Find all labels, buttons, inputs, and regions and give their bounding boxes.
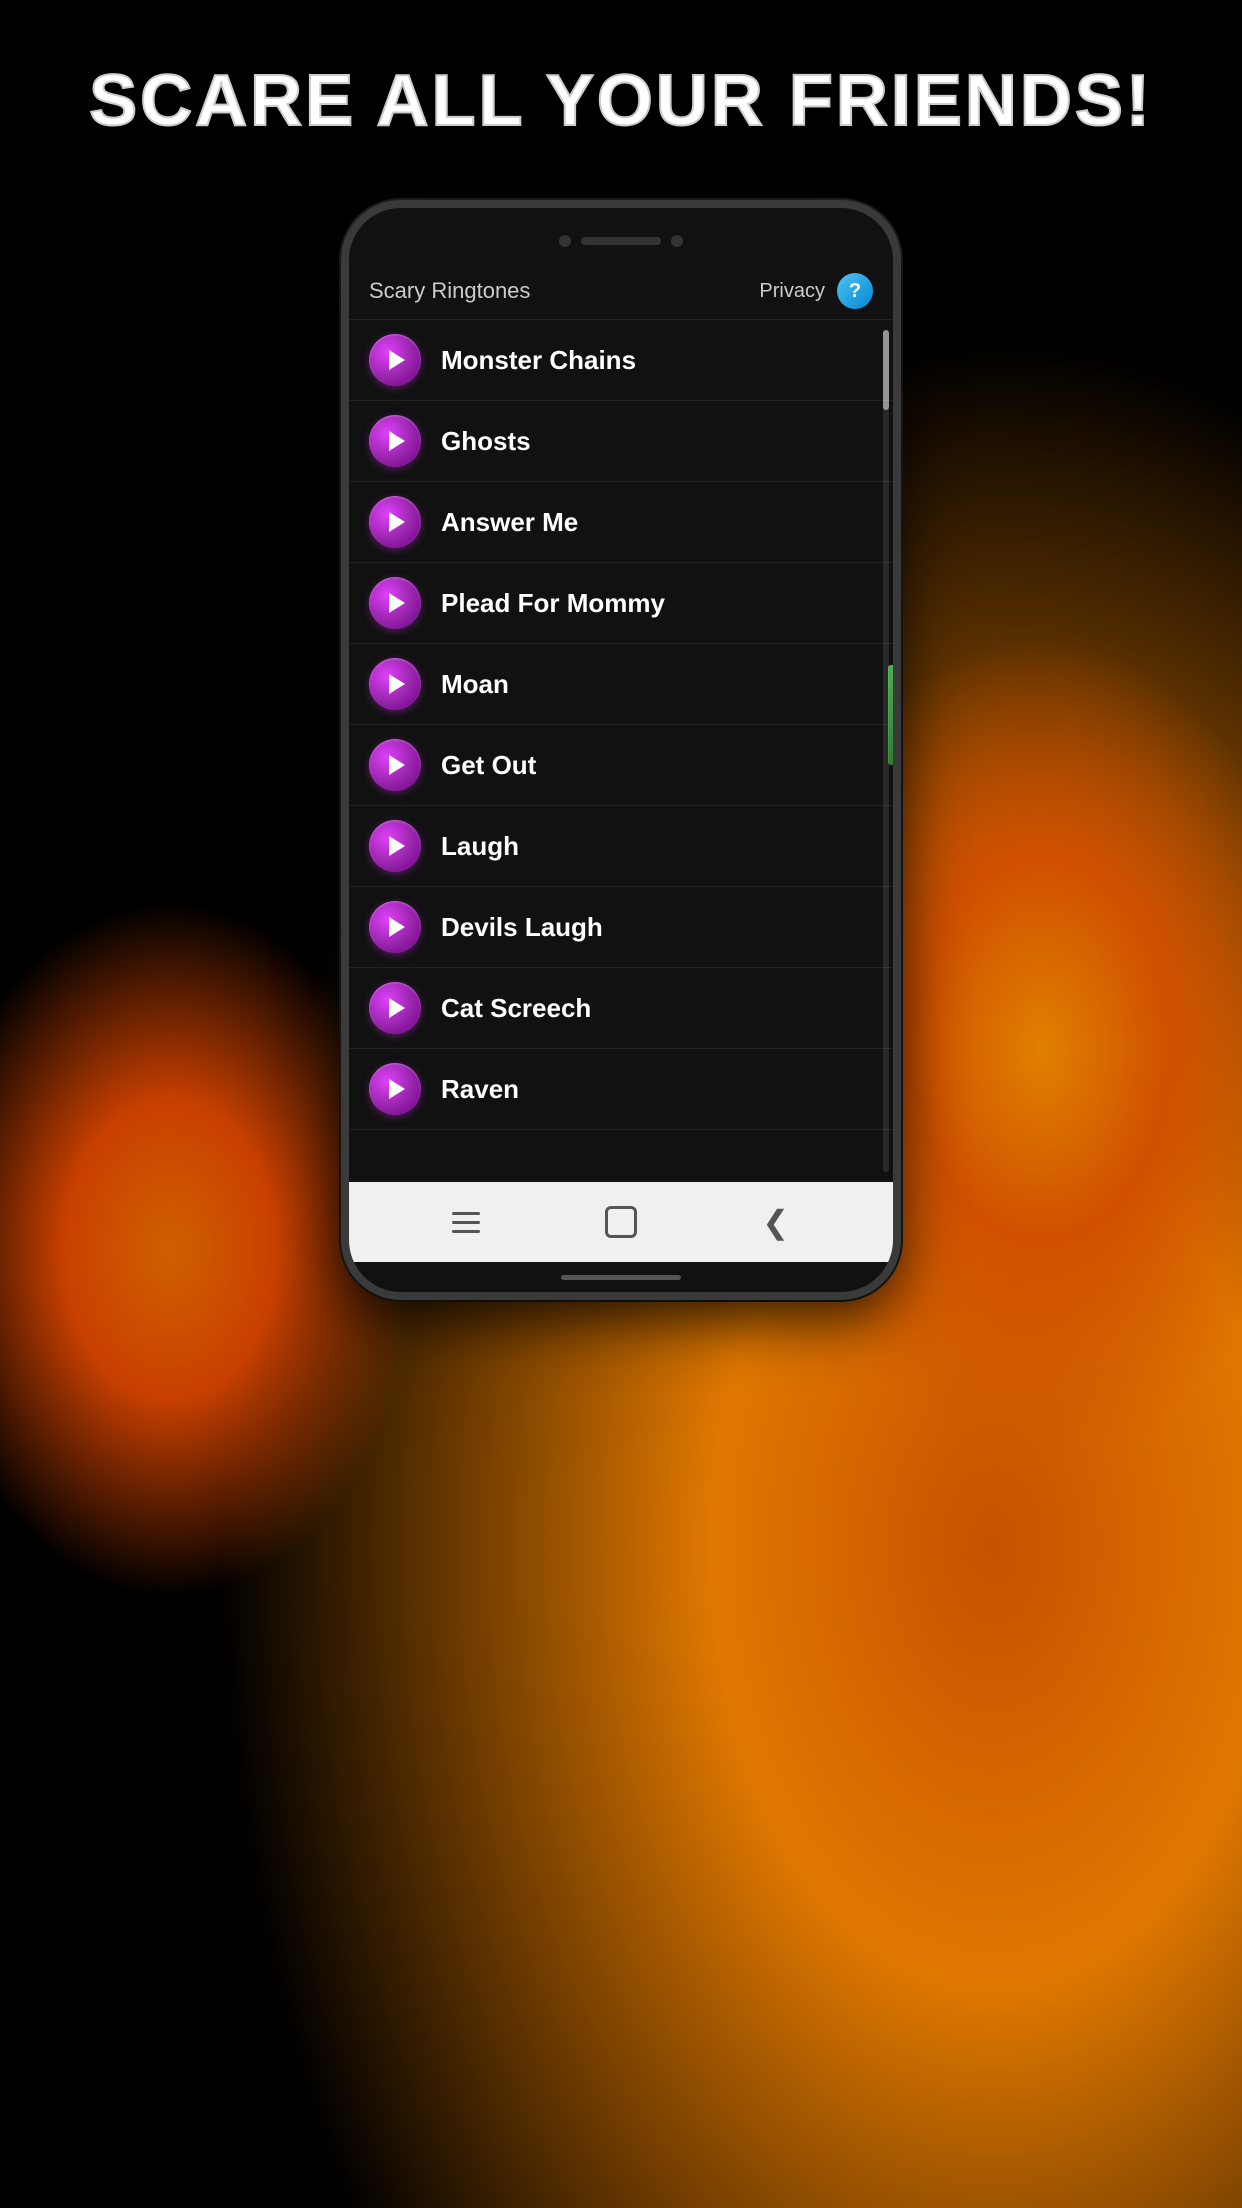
play-button[interactable] <box>369 496 421 548</box>
phone-mockup: Scary Ringtones Privacy ? Monster Chains… <box>341 200 901 1300</box>
menu-line-2 <box>452 1221 480 1224</box>
play-button[interactable] <box>369 577 421 629</box>
scroll-container[interactable]: Monster Chains Ghosts Answer Me Plead For M… <box>349 320 893 1182</box>
phone-notch <box>349 208 893 263</box>
ringtone-name: Answer Me <box>441 507 578 538</box>
play-button[interactable] <box>369 820 421 872</box>
help-button[interactable]: ? <box>837 273 873 309</box>
phone-frame: Scary Ringtones Privacy ? Monster Chains… <box>341 200 901 1300</box>
menu-line-3 <box>452 1230 480 1233</box>
menu-line-1 <box>452 1212 480 1215</box>
notch-center <box>559 235 683 247</box>
play-button[interactable] <box>369 415 421 467</box>
page-title: SCARE ALL YOUR FRIENDS! <box>0 60 1242 142</box>
ringtone-name: Monster Chains <box>441 345 636 376</box>
ringtone-name: Moan <box>441 669 509 700</box>
scroll-thumb <box>883 330 889 410</box>
notch-bar <box>581 237 661 245</box>
play-button[interactable] <box>369 334 421 386</box>
play-button[interactable] <box>369 901 421 953</box>
home-icon <box>605 1206 637 1238</box>
app-title: Scary Ringtones <box>369 278 530 304</box>
ringtone-item[interactable]: Plead For Mommy <box>349 563 893 644</box>
play-button[interactable] <box>369 739 421 791</box>
ringtone-item[interactable]: Cat Screech <box>349 968 893 1049</box>
ringtone-item[interactable]: Monster Chains <box>349 320 893 401</box>
ringtone-name: Raven <box>441 1074 519 1105</box>
privacy-link[interactable]: Privacy <box>759 280 825 303</box>
ringtone-item[interactable]: Moan <box>349 644 893 725</box>
ringtone-item[interactable]: Answer Me <box>349 482 893 563</box>
menu-icon <box>452 1212 480 1233</box>
ringtone-name: Laugh <box>441 831 519 862</box>
ringtone-name: Cat Screech <box>441 993 591 1024</box>
ringtone-name: Get Out <box>441 750 536 781</box>
ringtone-name: Plead For Mommy <box>441 588 665 619</box>
ringtone-item[interactable]: Ghosts <box>349 401 893 482</box>
ringtone-item[interactable]: Laugh <box>349 806 893 887</box>
menu-button[interactable] <box>441 1197 491 1247</box>
ringtones-list: Monster Chains Ghosts Answer Me Plead For M… <box>349 320 893 1130</box>
nav-bar: ❮ <box>349 1182 893 1262</box>
ringtone-item[interactable]: Devils Laugh <box>349 887 893 968</box>
ringtone-item[interactable]: Raven <box>349 1049 893 1130</box>
ringtone-name: Ghosts <box>441 426 531 457</box>
back-button[interactable]: ❮ <box>751 1197 801 1247</box>
phone-screen: Scary Ringtones Privacy ? Monster Chains… <box>349 263 893 1182</box>
header-right: Privacy ? <box>759 273 873 309</box>
home-indicator-bar <box>561 1275 681 1280</box>
back-icon: ❮ <box>762 1203 789 1241</box>
speaker-dot <box>671 235 683 247</box>
play-button[interactable] <box>369 658 421 710</box>
ringtone-name: Devils Laugh <box>441 912 603 943</box>
scroll-track <box>883 330 889 1172</box>
play-button[interactable] <box>369 1063 421 1115</box>
camera-dot <box>559 235 571 247</box>
play-button[interactable] <box>369 982 421 1034</box>
bottom-indicator <box>349 1262 893 1292</box>
screen-header: Scary Ringtones Privacy ? <box>349 263 893 320</box>
ringtone-item[interactable]: Get Out <box>349 725 893 806</box>
home-button[interactable] <box>596 1197 646 1247</box>
